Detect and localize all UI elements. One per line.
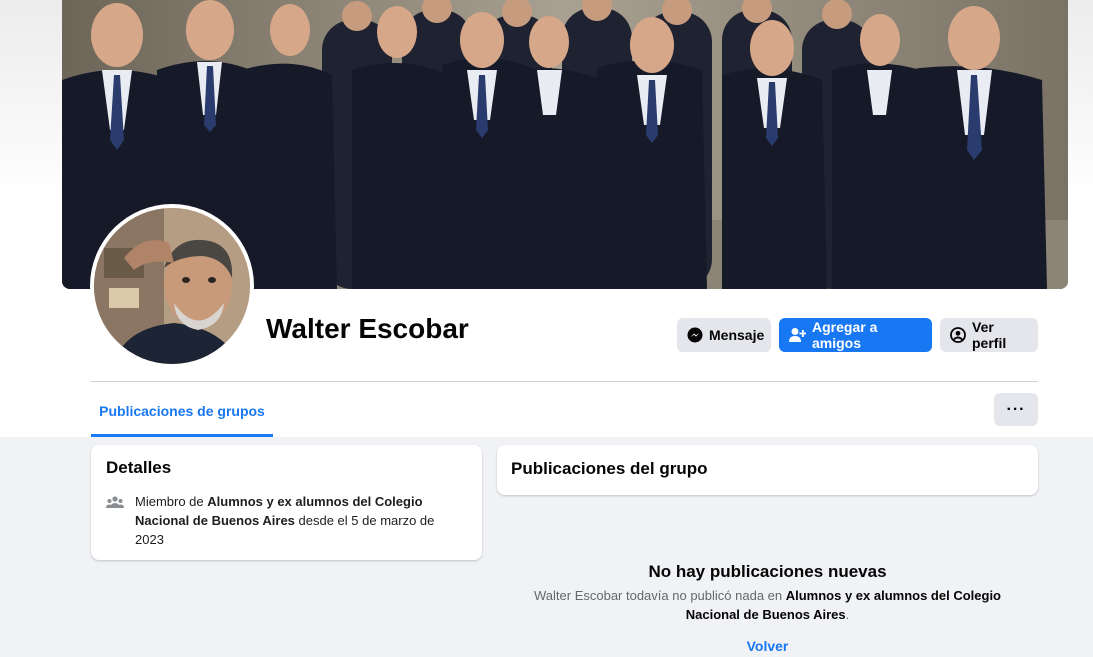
user-circle-icon: [950, 327, 966, 343]
view-profile-button[interactable]: Ver perfil: [940, 318, 1038, 352]
message-button[interactable]: Mensaje: [677, 318, 771, 352]
membership-prefix: Miembro de: [135, 494, 208, 509]
details-title: Detalles: [106, 458, 172, 477]
empty-state-prefix: Walter Escobar todavía no publicó nada e…: [534, 588, 786, 603]
membership-row: Miembro de Alumnos y ex alumnos del Cole…: [106, 492, 466, 549]
back-link[interactable]: Volver: [497, 638, 1038, 654]
empty-state-text: Walter Escobar todavía no publicó nada e…: [517, 586, 1018, 624]
empty-state-title: No hay publicaciones nuevas: [648, 562, 887, 581]
details-card: Detalles Miembro de Alumnos y ex alumnos…: [91, 445, 482, 560]
add-friend-button-label: Agregar a amigos: [812, 319, 878, 351]
profile-name: Walter Escobar: [266, 313, 469, 344]
profile-avatar[interactable]: [90, 204, 254, 368]
empty-state-suffix: .: [845, 607, 850, 622]
more-options-icon: ···: [1006, 400, 1026, 418]
header-divider: [91, 381, 1038, 382]
add-friend-button[interactable]: Agregar a amigos: [779, 318, 932, 352]
people-icon: [106, 496, 124, 508]
membership-text: Miembro de Alumnos y ex alumnos del Cole…: [135, 492, 466, 549]
add-friend-icon: [789, 328, 806, 342]
message-button-label: Mensaje: [709, 327, 765, 343]
avatar-image: [94, 208, 250, 364]
tab-group-posts[interactable]: Publicaciones de grupos: [91, 388, 273, 437]
more-options-button[interactable]: ···: [994, 393, 1038, 426]
view-profile-button-label: Ver perfil: [972, 319, 1007, 351]
group-posts-card: Publicaciones del grupo: [497, 445, 1038, 495]
group-posts-title: Publicaciones del grupo: [511, 459, 708, 478]
tab-group-posts-label: Publicaciones de grupos: [99, 403, 265, 419]
messenger-icon: [687, 327, 703, 343]
